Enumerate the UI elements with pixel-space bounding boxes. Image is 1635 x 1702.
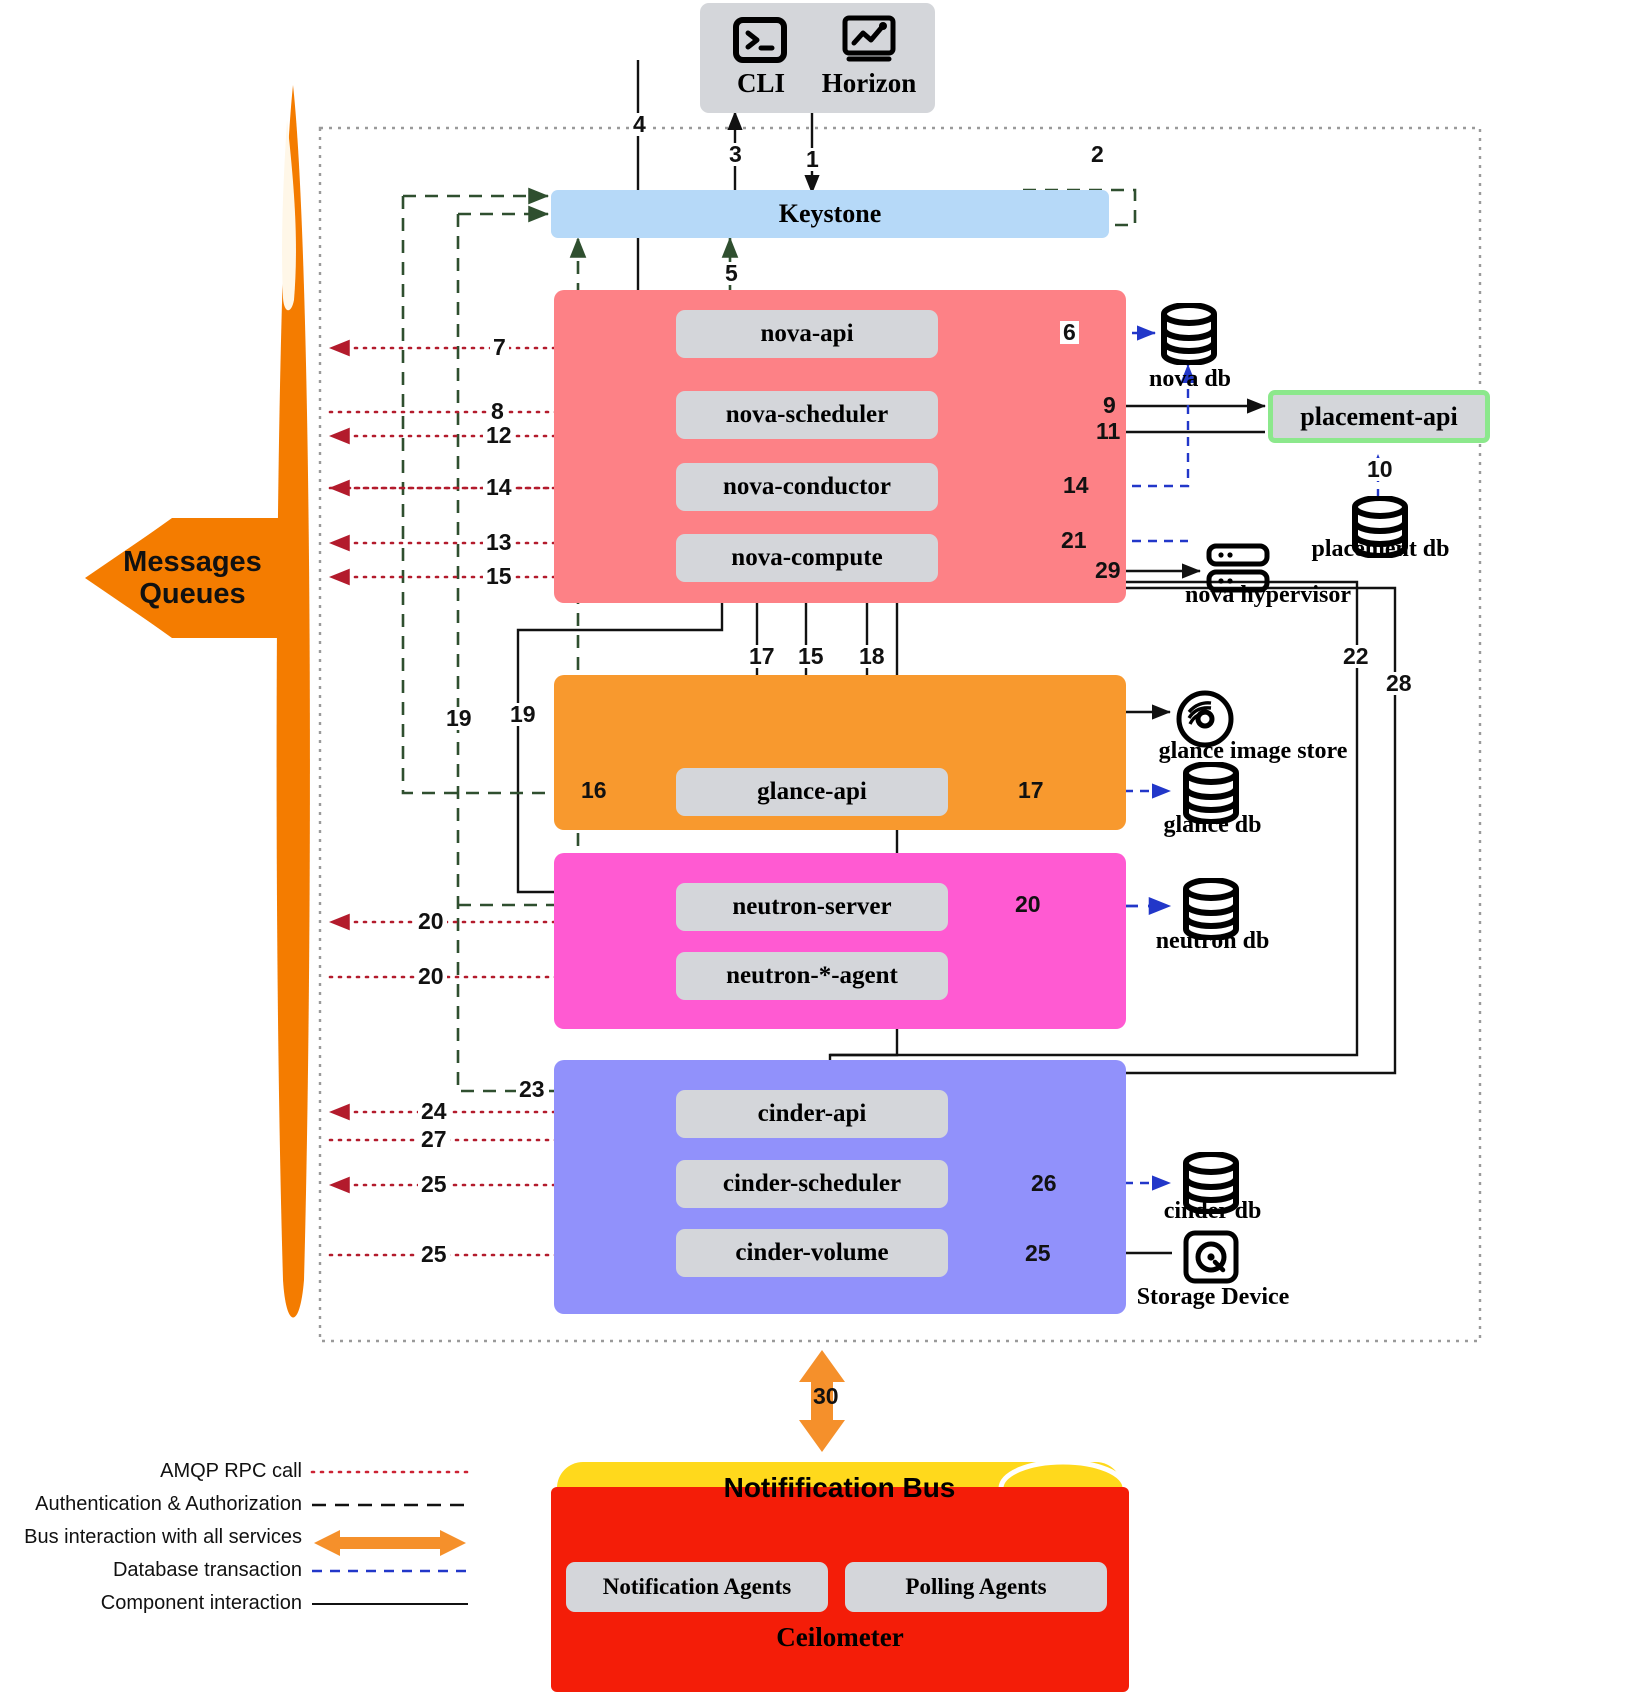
flow-number-7: 7 (490, 336, 509, 359)
flow-number-17a: 17 (746, 645, 778, 668)
legend-row-component: Component interaction (0, 1587, 470, 1620)
cli-label: CLI (736, 68, 785, 98)
legend-label-amqp: AMQP RPC call (160, 1460, 302, 1482)
flow-number-4: 4 (630, 113, 649, 136)
flow-number-3: 3 (726, 143, 745, 166)
cinder-scheduler-service[interactable]: cinder-scheduler (676, 1160, 948, 1208)
nova-scheduler-service[interactable]: nova-scheduler (676, 391, 938, 439)
legend-row-auth: Authentication & Authorization (0, 1488, 470, 1521)
placement-db-label: placement db (1311, 536, 1450, 562)
message-queue-line1: Messages (123, 546, 262, 578)
polling-agents-service[interactable]: Polling Agents (845, 1562, 1107, 1612)
message-queue-shape (85, 85, 310, 1318)
flow-number-10: 10 (1364, 458, 1396, 481)
flow-number-29: 29 (1095, 557, 1121, 583)
flow-number-25b: 25 (418, 1243, 450, 1266)
flow-number-23: 23 (516, 1078, 548, 1101)
flow-number-6: 6 (1060, 321, 1079, 344)
database-icon (1158, 303, 1220, 365)
flow-number-5: 5 (722, 262, 741, 285)
flow-number-30: 30 (813, 1383, 839, 1409)
glance-db-label: glance db (1163, 812, 1262, 838)
flow-number-12: 12 (483, 424, 515, 447)
flow-number-14b: 14 (1063, 472, 1089, 498)
neutron-server-service[interactable]: neutron-server (676, 883, 948, 931)
flow-number-14a: 14 (483, 476, 515, 499)
ceilometer-title: Ceilometer (776, 1622, 904, 1652)
nova-db-label: nova db (1148, 366, 1232, 392)
cinder-db-label: cinder db (1163, 1198, 1262, 1224)
flow-number-25c: 25 (1025, 1240, 1051, 1266)
nova-compute-service[interactable]: nova-compute (676, 534, 938, 582)
legend-row-db: Database transaction (0, 1554, 470, 1587)
flow-number-28: 28 (1383, 672, 1415, 695)
flow-number-20b: 20 (415, 910, 447, 933)
legend-sample-db (310, 1560, 470, 1582)
flow-number-24: 24 (418, 1100, 450, 1123)
flow-number-19a: 19 (443, 707, 475, 730)
keystone-service[interactable]: Keystone (551, 190, 1109, 238)
hdd-icon (1180, 1228, 1242, 1286)
horizon-label: Horizon (821, 68, 917, 98)
neutron-db-label: neutron db (1155, 928, 1270, 954)
legend: AMQP RPC call Authentication & Authoriza… (0, 1455, 470, 1620)
flow-number-13: 13 (483, 531, 515, 554)
cinder-volume-service[interactable]: cinder-volume (676, 1229, 948, 1277)
terminal-icon (729, 14, 791, 66)
legend-label-auth: Authentication & Authorization (35, 1493, 302, 1515)
legend-sample-bus (310, 1527, 470, 1556)
flow-number-18: 18 (856, 645, 888, 668)
flow-number-17b: 17 (1018, 777, 1044, 803)
flow-number-15a: 15 (483, 565, 515, 588)
legend-label-db: Database transaction (112, 1559, 302, 1581)
nova-api-service[interactable]: nova-api (676, 310, 938, 358)
neutron-agent-service[interactable]: neutron-*-agent (676, 952, 948, 1000)
message-queue-label: Messages Queues (105, 546, 280, 611)
legend-sample-auth (310, 1494, 470, 1516)
nova-hypervisor-label: nova hypervisor (1184, 582, 1351, 608)
flow-number-25a: 25 (418, 1173, 450, 1196)
legend-sample-amqp (310, 1461, 470, 1483)
monitor-chart-icon (838, 14, 900, 66)
flow-number-26: 26 (1031, 1170, 1057, 1196)
flow-number-20a: 20 (1015, 891, 1041, 917)
flow-number-8: 8 (488, 400, 507, 423)
notification-agents-service[interactable]: Notification Agents (566, 1562, 828, 1612)
flow-number-22: 22 (1340, 645, 1372, 668)
legend-row-amqp: AMQP RPC call (0, 1455, 470, 1488)
nova-conductor-service[interactable]: nova-conductor (676, 463, 938, 511)
glance-api-service[interactable]: glance-api (676, 768, 948, 816)
glance-image-store-label: glance image store (1158, 738, 1348, 764)
flow-number-16: 16 (581, 777, 607, 803)
legend-sample-component (310, 1593, 470, 1615)
placement-api-service[interactable]: placement-api (1268, 390, 1490, 443)
flow-number-1: 1 (803, 148, 822, 171)
legend-row-bus: Bus interaction with all services (0, 1521, 470, 1556)
connector-layer (85, 60, 1482, 1564)
flow-number-20c: 20 (415, 965, 447, 988)
legend-label-bus: Bus interaction with all services (24, 1526, 302, 1548)
flow-number-21: 21 (1061, 527, 1087, 553)
flow-number-9: 9 (1103, 392, 1116, 418)
flow-number-11: 11 (1096, 418, 1121, 444)
message-queue-line2: Queues (139, 578, 246, 611)
notification-bus-label: Notifification Bus (723, 1472, 956, 1503)
flow-number-19b: 19 (507, 703, 539, 726)
flow-number-27: 27 (418, 1128, 450, 1151)
diagram-canvas: CLI Horizon Keystone nova-api nova-sched… (0, 0, 1635, 1702)
neutron-panel (554, 853, 1126, 1029)
flow-number-2: 2 (1088, 143, 1107, 166)
legend-label-component: Component interaction (100, 1592, 302, 1614)
flow-number-15b: 15 (795, 645, 827, 668)
storage-device-label: Storage Device (1136, 1284, 1290, 1310)
cinder-api-service[interactable]: cinder-api (676, 1090, 948, 1138)
